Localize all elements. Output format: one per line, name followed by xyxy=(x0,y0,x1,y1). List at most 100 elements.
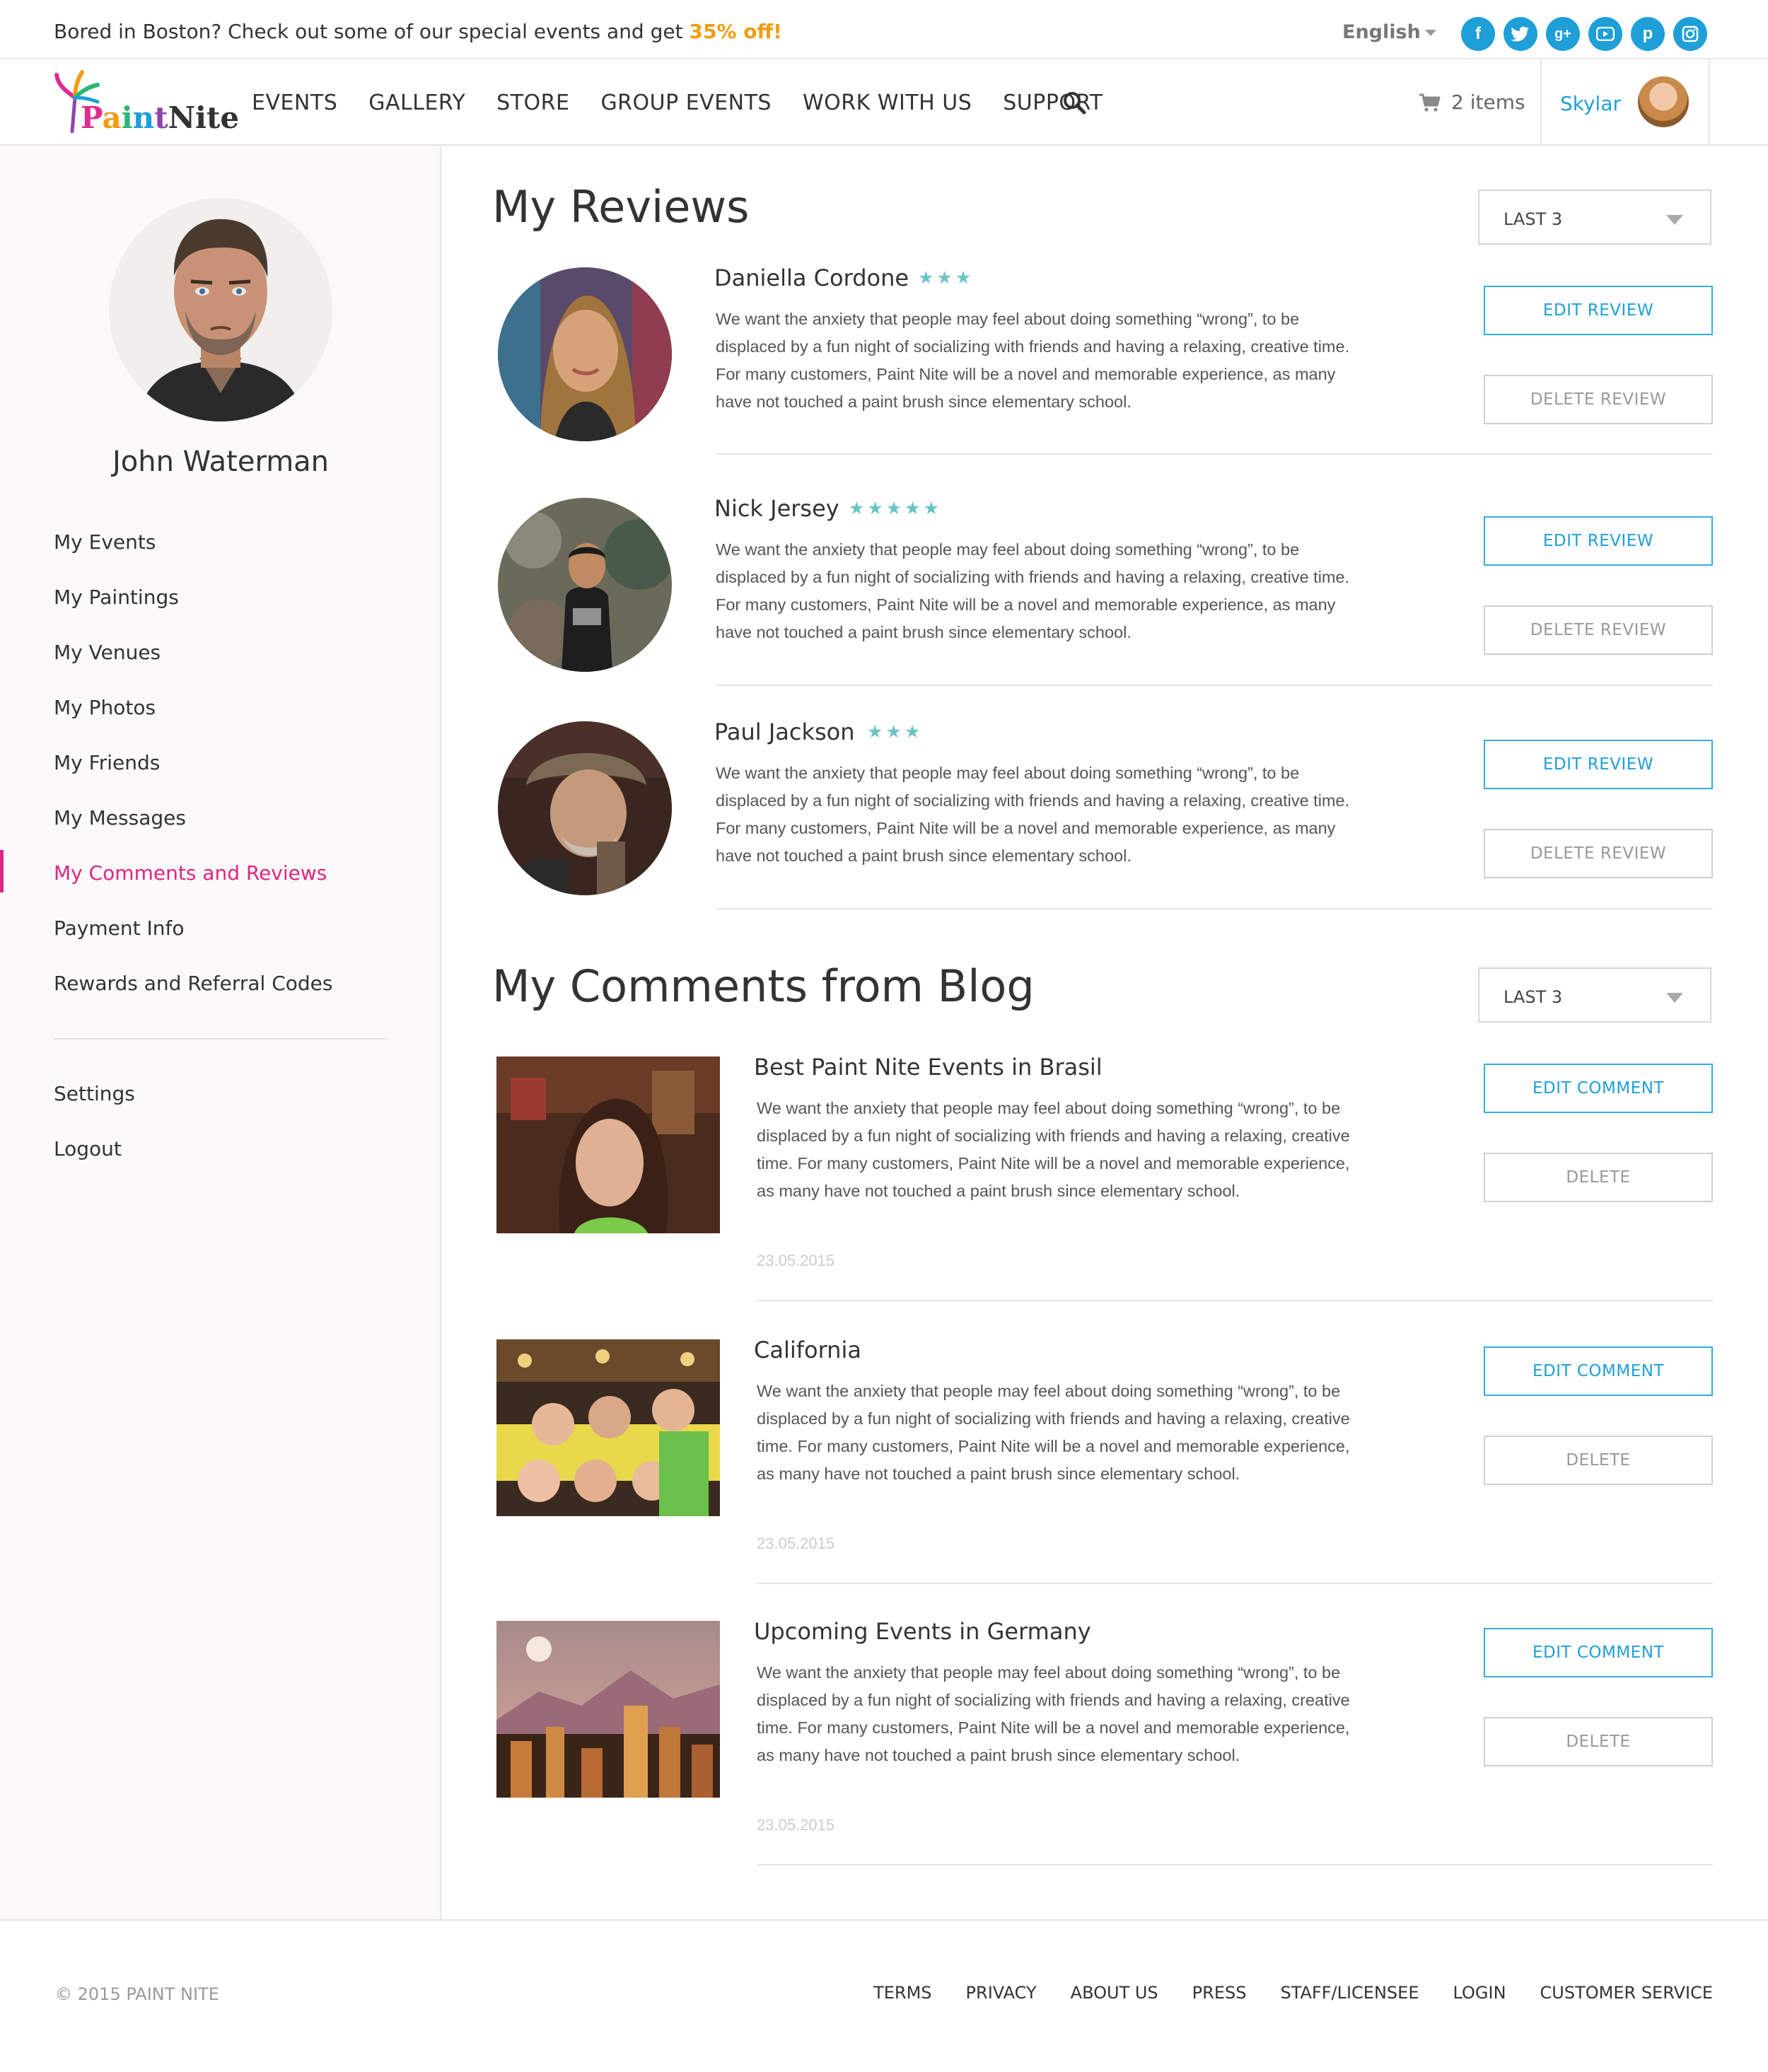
reviewer-photo-nick xyxy=(498,498,672,672)
user-name-link[interactable]: Skylar xyxy=(1560,92,1621,115)
footer-link-login[interactable]: LOGIN xyxy=(1453,1983,1506,2003)
comment-divider xyxy=(757,1583,1713,1584)
reviewer-photo-daniella xyxy=(498,267,672,441)
comment-text: We want the anxiety that people may feel… xyxy=(757,1099,1350,1200)
cart-icon xyxy=(1419,93,1441,112)
profile-photo[interactable] xyxy=(109,198,332,421)
footer-link-customer-service[interactable]: CUSTOMER SERVICE xyxy=(1540,1983,1713,2003)
reviewer-avatar[interactable] xyxy=(498,267,672,441)
delete-comment-button[interactable]: DELETE xyxy=(1484,1436,1713,1485)
comments-title: My Comments from Blog xyxy=(492,960,1035,1012)
edit-comment-button[interactable]: EDIT COMMENT xyxy=(1484,1628,1713,1677)
reviewer-photo-paul xyxy=(498,721,672,895)
comment-date: 23.05.2015 xyxy=(757,1535,835,1552)
nav-work-with-us[interactable]: WORK WITH US xyxy=(803,91,972,115)
review-text: We want the anxiety that people may feel… xyxy=(716,540,1350,641)
footer-link-staff-licensee[interactable]: STAFF/LICENSEE xyxy=(1280,1983,1419,2003)
promo-discount[interactable]: 35% off! xyxy=(690,20,782,43)
reviews-title: My Reviews xyxy=(492,181,750,233)
google-plus-icon[interactable]: g+ xyxy=(1546,17,1580,51)
paintnite-logo[interactable]: PaintNite xyxy=(51,69,239,137)
blog-post-title[interactable]: California xyxy=(754,1337,861,1363)
edit-review-button[interactable]: EDIT REVIEW xyxy=(1484,516,1713,566)
edit-review-button[interactable]: EDIT REVIEW xyxy=(1484,286,1713,335)
pinterest-icon[interactable]: p xyxy=(1631,17,1665,51)
search-icon[interactable] xyxy=(1062,91,1086,115)
comment-divider xyxy=(757,1864,1713,1866)
footer-link-press[interactable]: PRESS xyxy=(1192,1983,1247,2003)
header-divider xyxy=(1709,59,1710,146)
sidebar-item-settings[interactable]: Settings xyxy=(54,1082,135,1105)
rating-stars: ★★★ xyxy=(867,721,924,742)
comment-date: 23.05.2015 xyxy=(757,1252,835,1269)
nav-group-events[interactable]: GROUP EVENTS xyxy=(600,91,772,115)
sidebar-item-my-events[interactable]: My Events xyxy=(54,530,156,554)
nav-gallery[interactable]: GALLERY xyxy=(368,91,465,115)
chevron-down-icon xyxy=(1666,215,1683,225)
footer-link-about-us[interactable]: ABOUT US xyxy=(1071,1983,1158,2003)
language-selector[interactable]: English xyxy=(1342,21,1436,43)
footer-links: TERMS PRIVACY ABOUT US PRESS STAFF/LICEN… xyxy=(873,1983,1713,2003)
caret-down-icon xyxy=(1424,30,1436,36)
twitter-icon[interactable] xyxy=(1504,17,1537,51)
comment-text: We want the anxiety that people may feel… xyxy=(757,1382,1350,1483)
sidebar-item-payment-info[interactable]: Payment Info xyxy=(54,916,184,940)
sidebar-item-my-comments-and-reviews[interactable]: My Comments and Reviews xyxy=(54,861,327,885)
comment-divider xyxy=(757,1300,1713,1301)
sidebar-item-my-messages[interactable]: My Messages xyxy=(54,806,186,830)
footer-link-privacy[interactable]: PRIVACY xyxy=(966,1983,1037,2003)
delete-comment-button[interactable]: DELETE xyxy=(1484,1717,1713,1767)
profile-portrait xyxy=(109,198,332,421)
page-footer: © 2015 PAINT NITE TERMS PRIVACY ABOUT US… xyxy=(0,1919,1768,2072)
cart-button[interactable]: 2 items xyxy=(1419,91,1525,114)
edit-comment-button[interactable]: EDIT COMMENT xyxy=(1484,1346,1713,1396)
sidebar-item-rewards[interactable]: Rewards and Referral Codes xyxy=(54,972,333,995)
nav-store[interactable]: STORE xyxy=(496,91,569,115)
sidebar-divider xyxy=(54,1038,388,1040)
blog-post-title[interactable]: Best Paint Nite Events in Brasil xyxy=(754,1054,1103,1081)
sidebar-item-my-venues[interactable]: My Venues xyxy=(54,641,161,664)
instagram-icon[interactable] xyxy=(1673,17,1707,51)
delete-review-button[interactable]: DELETE REVIEW xyxy=(1484,375,1713,424)
social-links: f g+ p xyxy=(1461,17,1707,51)
reviewer-avatar[interactable] xyxy=(498,498,672,672)
cart-count: 2 items xyxy=(1451,91,1525,114)
promo-message: Bored in Boston? Check out some of our s… xyxy=(54,20,690,43)
reviews-filter-value: LAST 3 xyxy=(1504,209,1563,229)
sidebar-item-my-paintings[interactable]: My Paintings xyxy=(54,586,179,609)
reviews-filter-dropdown[interactable]: LAST 3 xyxy=(1478,190,1711,245)
thumbnail-woman-portrait xyxy=(496,1057,720,1233)
copyright-text: © 2015 PAINT NITE xyxy=(55,1984,219,2004)
sidebar-item-logout[interactable]: Logout xyxy=(54,1137,122,1160)
delete-review-button[interactable]: DELETE REVIEW xyxy=(1484,605,1713,655)
sidebar-item-my-friends[interactable]: My Friends xyxy=(54,751,160,774)
comments-filter-dropdown[interactable]: LAST 3 xyxy=(1478,967,1711,1023)
nav-support[interactable]: SUPPORT xyxy=(1003,91,1103,115)
profile-sidebar: John Waterman My Events My Paintings My … xyxy=(0,146,441,1919)
comment-text: We want the anxiety that people may feel… xyxy=(757,1663,1350,1764)
rating-stars: ★★★ xyxy=(918,267,975,288)
youtube-icon[interactable] xyxy=(1588,17,1622,51)
sidebar-item-my-photos[interactable]: My Photos xyxy=(54,696,156,719)
reviewer-name[interactable]: Paul Jackson xyxy=(714,718,855,745)
footer-link-terms[interactable]: TERMS xyxy=(873,1983,931,2003)
edit-comment-button[interactable]: EDIT COMMENT xyxy=(1484,1064,1713,1113)
reviewer-name[interactable]: Nick Jersey xyxy=(714,495,839,522)
blog-post-thumbnail[interactable] xyxy=(496,1339,720,1516)
delete-review-button[interactable]: DELETE REVIEW xyxy=(1484,829,1713,878)
nav-events[interactable]: EVENTS xyxy=(252,91,337,115)
edit-review-button[interactable]: EDIT REVIEW xyxy=(1484,740,1713,789)
blog-post-title[interactable]: Upcoming Events in Germany xyxy=(754,1618,1091,1645)
delete-comment-button[interactable]: DELETE xyxy=(1484,1153,1713,1202)
chevron-down-icon xyxy=(1666,993,1683,1003)
comment-date: 23.05.2015 xyxy=(757,1816,835,1834)
facebook-icon[interactable]: f xyxy=(1461,17,1495,51)
blog-post-thumbnail[interactable] xyxy=(496,1057,720,1233)
profile-name: John Waterman xyxy=(112,446,330,478)
blog-post-thumbnail[interactable] xyxy=(496,1621,720,1798)
user-avatar[interactable] xyxy=(1638,76,1689,127)
rating-stars: ★★★★★ xyxy=(849,498,943,518)
reviewer-avatar[interactable] xyxy=(498,721,672,895)
active-indicator xyxy=(0,850,4,892)
reviewer-name[interactable]: Daniella Cordone xyxy=(714,264,909,291)
